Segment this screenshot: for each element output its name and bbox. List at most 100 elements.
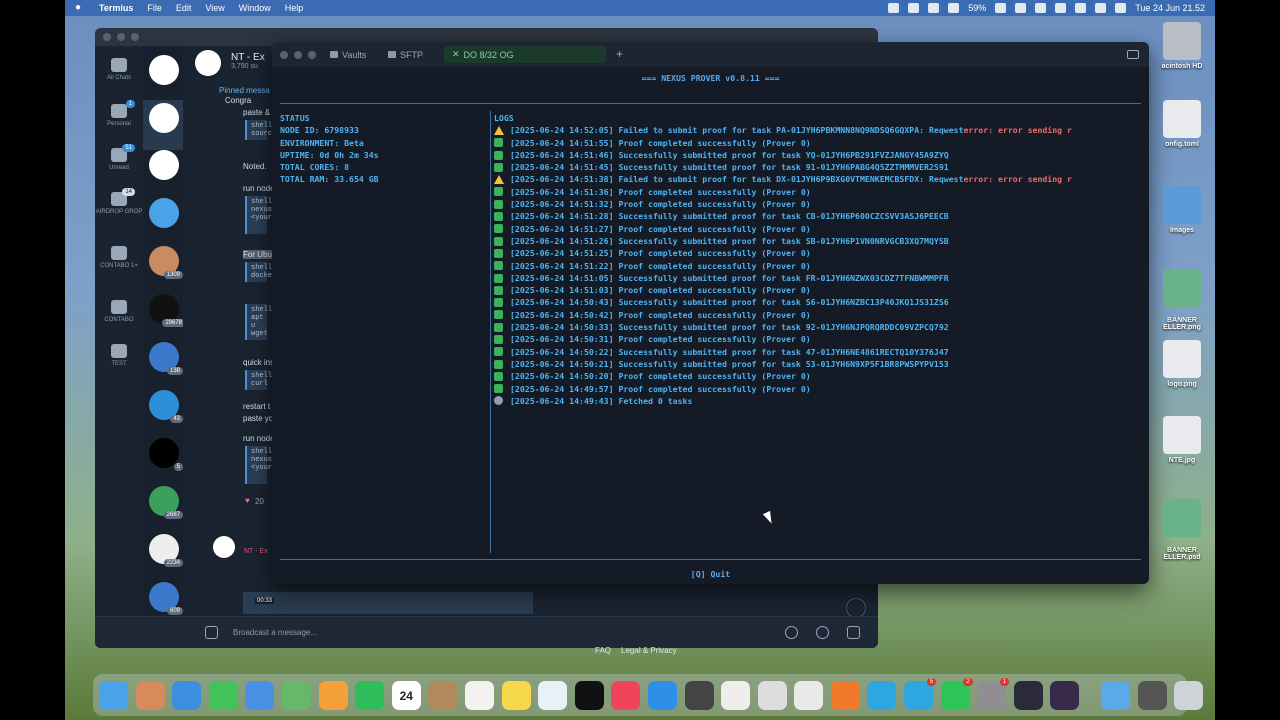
folder-personal[interactable]: 1 Personal: [95, 100, 143, 127]
chat-avatar[interactable]: 29678: [149, 294, 185, 327]
minimize-button[interactable]: [294, 51, 302, 59]
pinned-message-label[interactable]: Pinned messa: [219, 86, 270, 95]
notes-icon[interactable]: [501, 680, 531, 710]
menu-edit[interactable]: Edit: [176, 3, 192, 13]
messages-icon[interactable]: [208, 680, 238, 710]
app-store-icon[interactable]: [647, 680, 677, 710]
camera-icon[interactable]: [847, 626, 860, 639]
chat-avatar[interactable]: 1309: [149, 246, 183, 279]
close-button[interactable]: [280, 51, 288, 59]
code-block[interactable]: shell curl: [245, 370, 272, 390]
safari-icon[interactable]: [172, 680, 202, 710]
folder-airdrop[interactable]: 14 AIRDROP GROP: [95, 188, 143, 215]
desktop-icon-banner-psd[interactable]: BANNER ELLER.psd: [1149, 492, 1215, 561]
firefox-icon[interactable]: [830, 680, 860, 710]
app-icon[interactable]: [1013, 680, 1043, 710]
menu-help[interactable]: Help: [285, 3, 304, 13]
code-block[interactable]: shell apt u wget: [245, 304, 272, 340]
search-icon[interactable]: [1075, 3, 1087, 13]
whatsapp-icon[interactable]: 2: [940, 677, 973, 710]
apple-icon[interactable]: ●: [75, 2, 87, 14]
desktop-icon-nte[interactable]: NTE.jpg: [1149, 416, 1215, 464]
desktop-icon-images[interactable]: Images: [1149, 186, 1215, 234]
extension-icon[interactable]: [1055, 3, 1067, 13]
maps-icon[interactable]: [281, 680, 311, 710]
message-input[interactable]: Broadcast a message...: [233, 628, 317, 637]
menu-view[interactable]: View: [205, 3, 224, 13]
contacts-icon[interactable]: [428, 680, 458, 710]
telegram-lite-icon[interactable]: [867, 680, 897, 710]
tab-vaults[interactable]: Vaults: [322, 46, 374, 63]
sender-avatar[interactable]: [213, 536, 235, 558]
recent-window-icon[interactable]: [1137, 680, 1167, 710]
app-icon[interactable]: [684, 680, 714, 710]
menu-file[interactable]: File: [147, 3, 162, 13]
reminders-icon[interactable]: [464, 680, 494, 710]
desktop-icon-macintosh-hd[interactable]: acintosh HD: [1149, 22, 1215, 70]
tab-sftp[interactable]: SFTP: [380, 46, 431, 63]
code-block[interactable]: shell sourc: [245, 120, 272, 140]
privacy-link[interactable]: Legal & Privacy: [621, 646, 677, 655]
tab-do-server[interactable]: ✕ DO 8/32 OG: [444, 46, 606, 63]
folder-contabo-1[interactable]: CONTABO 1+: [95, 246, 143, 269]
close-tab-icon[interactable]: ✕: [452, 49, 460, 60]
folder-all-chats[interactable]: All Chats: [95, 58, 143, 81]
chat-avatar[interactable]: 2687: [149, 486, 183, 519]
quit-hint[interactable]: [Q] Quit: [272, 569, 1149, 579]
desktop-icon-logo[interactable]: logo.png: [1149, 340, 1215, 388]
photos-icon[interactable]: [318, 680, 348, 710]
folder-test[interactable]: TEST: [95, 344, 143, 367]
settings-icon[interactable]: 1: [977, 677, 1010, 710]
close-button[interactable]: [103, 33, 111, 41]
chrome-icon[interactable]: [794, 680, 824, 710]
telegram-icon[interactable]: 5: [904, 677, 937, 710]
control-center-icon[interactable]: [1095, 3, 1107, 13]
new-tab-icon[interactable]: +: [616, 47, 623, 61]
desktop-icon-banner-png[interactable]: BANNER ELLER.png: [1149, 262, 1215, 331]
vpn-icon[interactable]: [928, 3, 940, 13]
status-app-icon[interactable]: [888, 3, 900, 13]
preview-icon[interactable]: [757, 680, 787, 710]
chatgpt-icon[interactable]: [721, 680, 751, 710]
chat-header-avatar[interactable]: [195, 50, 221, 76]
siri-icon[interactable]: [1115, 3, 1127, 13]
screen-record-icon[interactable]: [908, 3, 920, 13]
video-preview[interactable]: 00:33: [243, 592, 533, 614]
freeform-icon[interactable]: [538, 680, 568, 710]
chat-avatar[interactable]: [149, 55, 179, 85]
bell-icon[interactable]: [785, 626, 798, 639]
facetime-icon[interactable]: [355, 680, 385, 710]
sidebar-toggle-icon[interactable]: [1127, 50, 1139, 59]
chat-avatar[interactable]: [149, 103, 179, 133]
music-icon[interactable]: [611, 680, 641, 710]
code-block[interactable]: shell docke: [245, 262, 272, 282]
wifi-icon[interactable]: [1035, 3, 1047, 13]
chat-avatar[interactable]: 5: [149, 438, 183, 471]
attach-icon[interactable]: [205, 626, 218, 639]
apple-tv-icon[interactable]: [574, 680, 604, 710]
emoji-icon[interactable]: [816, 626, 829, 639]
scroll-down-icon[interactable]: [846, 598, 866, 618]
folder-contabo[interactable]: CONTABO: [95, 300, 143, 323]
reaction-heart-icon[interactable]: ♥: [245, 496, 250, 505]
finder-icon[interactable]: [99, 680, 128, 710]
faq-link[interactable]: FAQ: [595, 646, 611, 655]
calendar-icon[interactable]: 24: [391, 680, 421, 710]
battery-icon[interactable]: [995, 3, 1007, 13]
code-block[interactable]: shell nexus <your: [245, 196, 272, 234]
menu-clock[interactable]: Tue 24 Jun 21.52: [1135, 3, 1205, 13]
launchpad-icon[interactable]: [135, 680, 165, 710]
trash-icon[interactable]: [1174, 680, 1204, 710]
code-block[interactable]: shell nexus <your: [245, 446, 272, 484]
menu-window[interactable]: Window: [239, 3, 271, 13]
saved-messages-avatar[interactable]: [149, 198, 179, 228]
minimize-button[interactable]: [117, 33, 125, 41]
chat-avatar[interactable]: [149, 150, 179, 180]
zoom-button[interactable]: [308, 51, 316, 59]
chat-avatar[interactable]: 2234: [149, 534, 183, 567]
folder-unread[interactable]: 51 Unread: [95, 144, 143, 171]
app-icon[interactable]: [1050, 680, 1080, 710]
menu-app-name[interactable]: Termius: [99, 3, 133, 13]
cloud-icon[interactable]: [948, 3, 960, 13]
mail-icon[interactable]: [245, 680, 275, 710]
